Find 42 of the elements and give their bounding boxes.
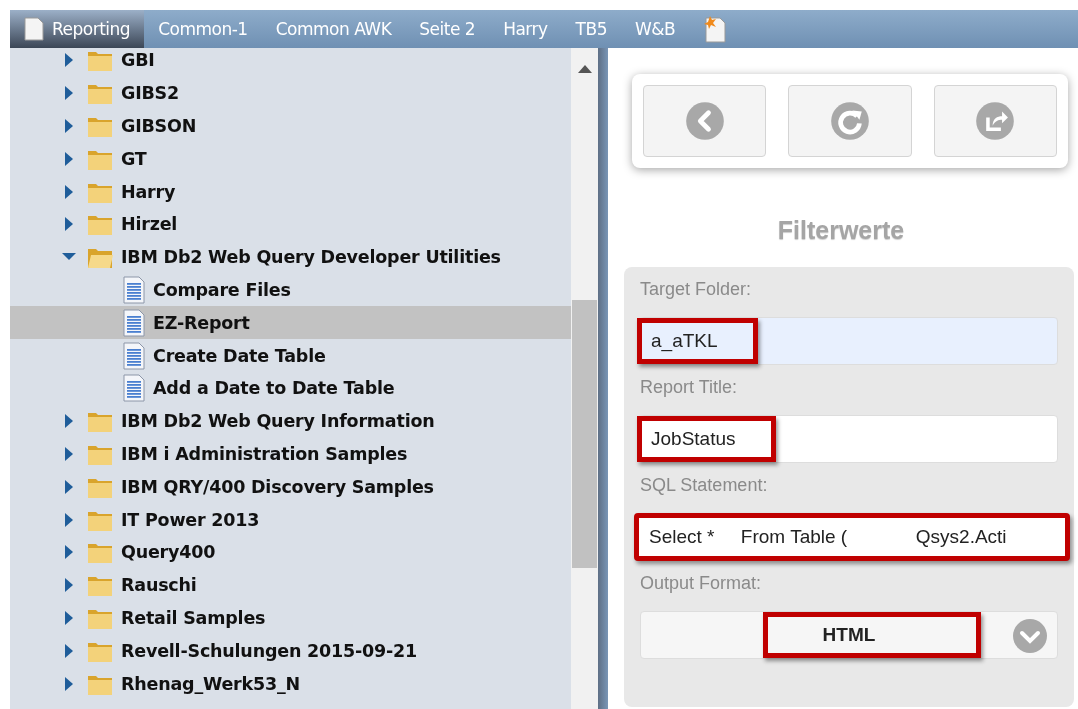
tree-item[interactable]: GIBS2 (10, 76, 571, 110)
tree-item[interactable]: EZ-Report (10, 306, 571, 340)
tree-item[interactable]: Rauschi (10, 568, 571, 602)
input-field[interactable]: Select * From Table ( Qsys2.Acti (634, 513, 1070, 561)
tree-item[interactable]: IBM Db2 Web Query Information (10, 404, 571, 438)
document-icon (122, 308, 146, 337)
tree-item[interactable]: Rhenag_Werk53_N (10, 667, 571, 700)
tree-item[interactable]: IT Power 2013 (10, 503, 571, 536)
share-icon (975, 101, 1016, 141)
form-title: Filterwerte (777, 216, 905, 245)
input-field[interactable]: a_aTKL (640, 317, 1058, 365)
tree-item[interactable]: IBM i Administration Samples (10, 437, 571, 471)
tab[interactable]: Reporting (10, 10, 145, 48)
tree-item[interactable]: Query400 (10, 535, 571, 569)
field-label: Target Folder: (640, 279, 753, 301)
tree-item[interactable]: Harry (10, 175, 571, 208)
tree-item[interactable]: Revell-Schulungen 2015-09-21 (10, 634, 571, 668)
tree-item[interactable]: GBI (10, 48, 571, 77)
document-icon (122, 374, 146, 403)
field-label: SQL Statement: (640, 475, 769, 497)
tree-item[interactable]: Add a Date to Date Table (10, 371, 571, 405)
tree-item[interactable]: IBM Db2 Web Query Developer Utilities (10, 240, 571, 274)
document-icon (122, 341, 146, 370)
tree-item[interactable]: Compare Files (10, 273, 571, 307)
tree-item[interactable]: IBM QRY/400 Discovery Samples (10, 470, 571, 504)
scrollbar-thumb[interactable] (572, 300, 597, 568)
tree-item[interactable]: Retail Samples (10, 601, 571, 635)
field-label: Output Format: (640, 573, 763, 595)
field-label: Report Title: (640, 377, 739, 399)
document-icon (122, 275, 146, 304)
tree-item[interactable]: Create Date Table (10, 339, 571, 372)
tree-item[interactable]: GT (10, 142, 571, 176)
back-icon (684, 101, 725, 141)
scrollbar[interactable] (571, 48, 598, 709)
tree-item[interactable]: GIBSON (10, 109, 571, 143)
tree-item[interactable]: Hirzel (10, 208, 571, 241)
input-field[interactable]: JobStatus (640, 415, 1058, 463)
new-document-icon[interactable] (703, 15, 728, 43)
select-field[interactable]: HTML (640, 611, 1058, 659)
refresh-icon (830, 101, 870, 141)
scroll-up-icon[interactable] (577, 64, 592, 74)
document-icon (24, 17, 44, 41)
